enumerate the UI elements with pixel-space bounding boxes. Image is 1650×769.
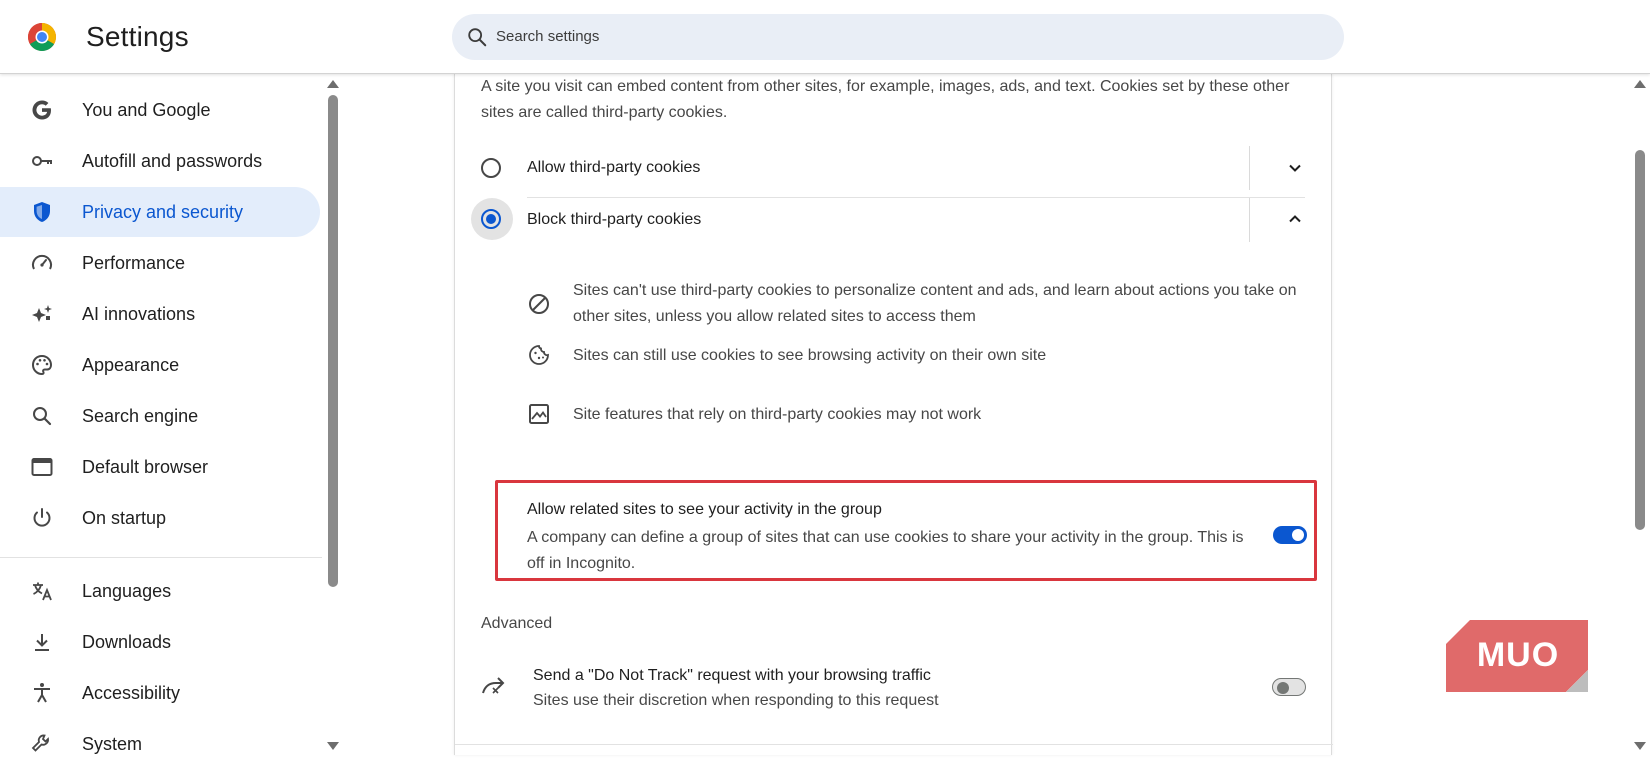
speedometer-icon: [32, 254, 52, 270]
main-scrollbar-thumb[interactable]: [1635, 150, 1645, 530]
toggle-knob: [1277, 682, 1289, 694]
browser-window-icon: [31, 458, 53, 476]
sidebar-item-on-startup[interactable]: On startup: [0, 493, 320, 543]
sidebar-scroll-down-arrow[interactable]: [327, 742, 339, 750]
sidebar-item-label: Appearance: [82, 355, 180, 375]
do-not-track-toggle[interactable]: [1272, 678, 1306, 696]
search-box[interactable]: Search settings: [452, 14, 1344, 60]
sidebar-item-downloads[interactable]: Downloads: [0, 617, 320, 667]
sidebar-item-label: Search engine: [82, 406, 199, 426]
card-divider: [455, 744, 1333, 745]
sidebar-item-label: AI innovations: [82, 304, 196, 324]
sidebar-item-label: Languages: [82, 581, 172, 601]
main-scroll-down-arrow[interactable]: [1634, 742, 1646, 750]
sidebar-item-search-engine[interactable]: Search engine: [0, 391, 320, 441]
top-bar: Settings Search settings: [0, 0, 1650, 74]
detail-text: Site features that rely on third-party c…: [573, 406, 982, 423]
detail-text: Sites can still use cookies to see brows…: [573, 347, 1047, 364]
sidebar-item-privacy-and-security[interactable]: Privacy and security: [0, 187, 320, 237]
third-party-cookies-intro: A site you visit can embed content from …: [481, 78, 1290, 121]
power-icon: [33, 508, 51, 527]
sidebar-item-label: Accessibility: [82, 683, 181, 703]
sidebar-item-label: Autofill and passwords: [82, 151, 263, 171]
do-not-track-title: Send a "Do Not Track" request with your …: [533, 667, 931, 684]
detail-row: Site features that rely on third-party c…: [527, 402, 1317, 432]
cookies-settings-card: A site you visit can embed content from …: [454, 74, 1333, 755]
key-icon: [32, 156, 52, 166]
chrome-logo-icon: [28, 23, 56, 51]
sidebar-item-label: Downloads: [82, 632, 172, 652]
google-g-icon: [32, 100, 51, 120]
search-icon: [33, 407, 52, 426]
sidebar: You and Google Autofill and passwords Pr…: [0, 75, 340, 755]
advanced-heading: Advanced: [481, 615, 553, 632]
block-third-party-cookies-label: Block third-party cookies: [527, 211, 702, 228]
sidebar-item-label: Default browser: [82, 457, 209, 477]
sidebar-divider: [0, 557, 322, 558]
detail-row: Sites can still use cookies to see brows…: [527, 343, 1317, 373]
sidebar-item-appearance[interactable]: Appearance: [0, 340, 320, 390]
download-icon: [35, 634, 49, 651]
watermark-text: MUO: [1477, 636, 1559, 674]
block-icon: [529, 294, 549, 314]
do-not-track-icon: [482, 677, 505, 694]
detail-row: Sites can't use third-party cookies to p…: [527, 278, 1317, 334]
allow-third-party-cookies-option[interactable]: Allow third-party cookies: [455, 137, 1333, 199]
block-third-party-cookies-radio[interactable]: [481, 209, 501, 229]
sidebar-item-label: System: [82, 734, 143, 754]
wrench-icon: [31, 734, 49, 752]
palette-icon: [31, 354, 53, 376]
sparkle-icon: [32, 305, 52, 322]
sidebar-item-autofill[interactable]: Autofill and passwords: [0, 136, 320, 186]
do-not-track-description: Sites use their discretion when respondi…: [533, 692, 939, 709]
sidebar-item-label: Privacy and security: [82, 202, 244, 222]
sidebar-item-default-browser[interactable]: Default browser: [0, 442, 320, 492]
detail-text: Sites can't use third-party cookies to p…: [573, 282, 1297, 325]
sidebar-item-accessibility[interactable]: Accessibility: [0, 668, 320, 718]
search-input[interactable]: Search settings: [496, 28, 599, 45]
sidebar-item-languages[interactable]: Languages: [0, 566, 320, 616]
allow-third-party-cookies-radio[interactable]: [481, 158, 501, 178]
sidebar-item-system[interactable]: System: [0, 719, 320, 769]
sidebar-item-performance[interactable]: Performance: [0, 238, 320, 288]
sidebar-item-you-and-google[interactable]: You and Google: [0, 85, 320, 135]
sidebar-item-label: You and Google: [82, 100, 211, 120]
page-title: Settings: [86, 21, 189, 52]
shield-icon: [34, 202, 50, 222]
sidebar-item-ai-innovations[interactable]: AI innovations: [0, 289, 320, 339]
highlight-annotation-box: [495, 480, 1317, 581]
chevron-down-icon[interactable]: [1287, 160, 1303, 176]
accessibility-icon: [34, 683, 50, 703]
translate-icon: [33, 582, 52, 601]
main-scroll-up-arrow[interactable]: [1634, 80, 1646, 88]
cookie-icon: [529, 345, 549, 365]
sidebar-scrollbar-thumb[interactable]: [328, 95, 338, 587]
block-third-party-cookies-option[interactable]: Block third-party cookies: [455, 198, 1333, 260]
option-separator: [1249, 146, 1250, 190]
muo-watermark-logo: MUO: [1446, 620, 1588, 692]
option-separator: [1249, 198, 1250, 242]
chevron-up-icon[interactable]: [1287, 211, 1303, 227]
allow-third-party-cookies-label: Allow third-party cookies: [527, 159, 701, 176]
search-icon: [468, 28, 487, 47]
sidebar-scroll-up-arrow[interactable]: [327, 80, 339, 88]
sidebar-item-label: On startup: [82, 508, 167, 528]
sidebar-item-label: Performance: [82, 253, 186, 273]
broken-image-icon: [529, 404, 549, 424]
